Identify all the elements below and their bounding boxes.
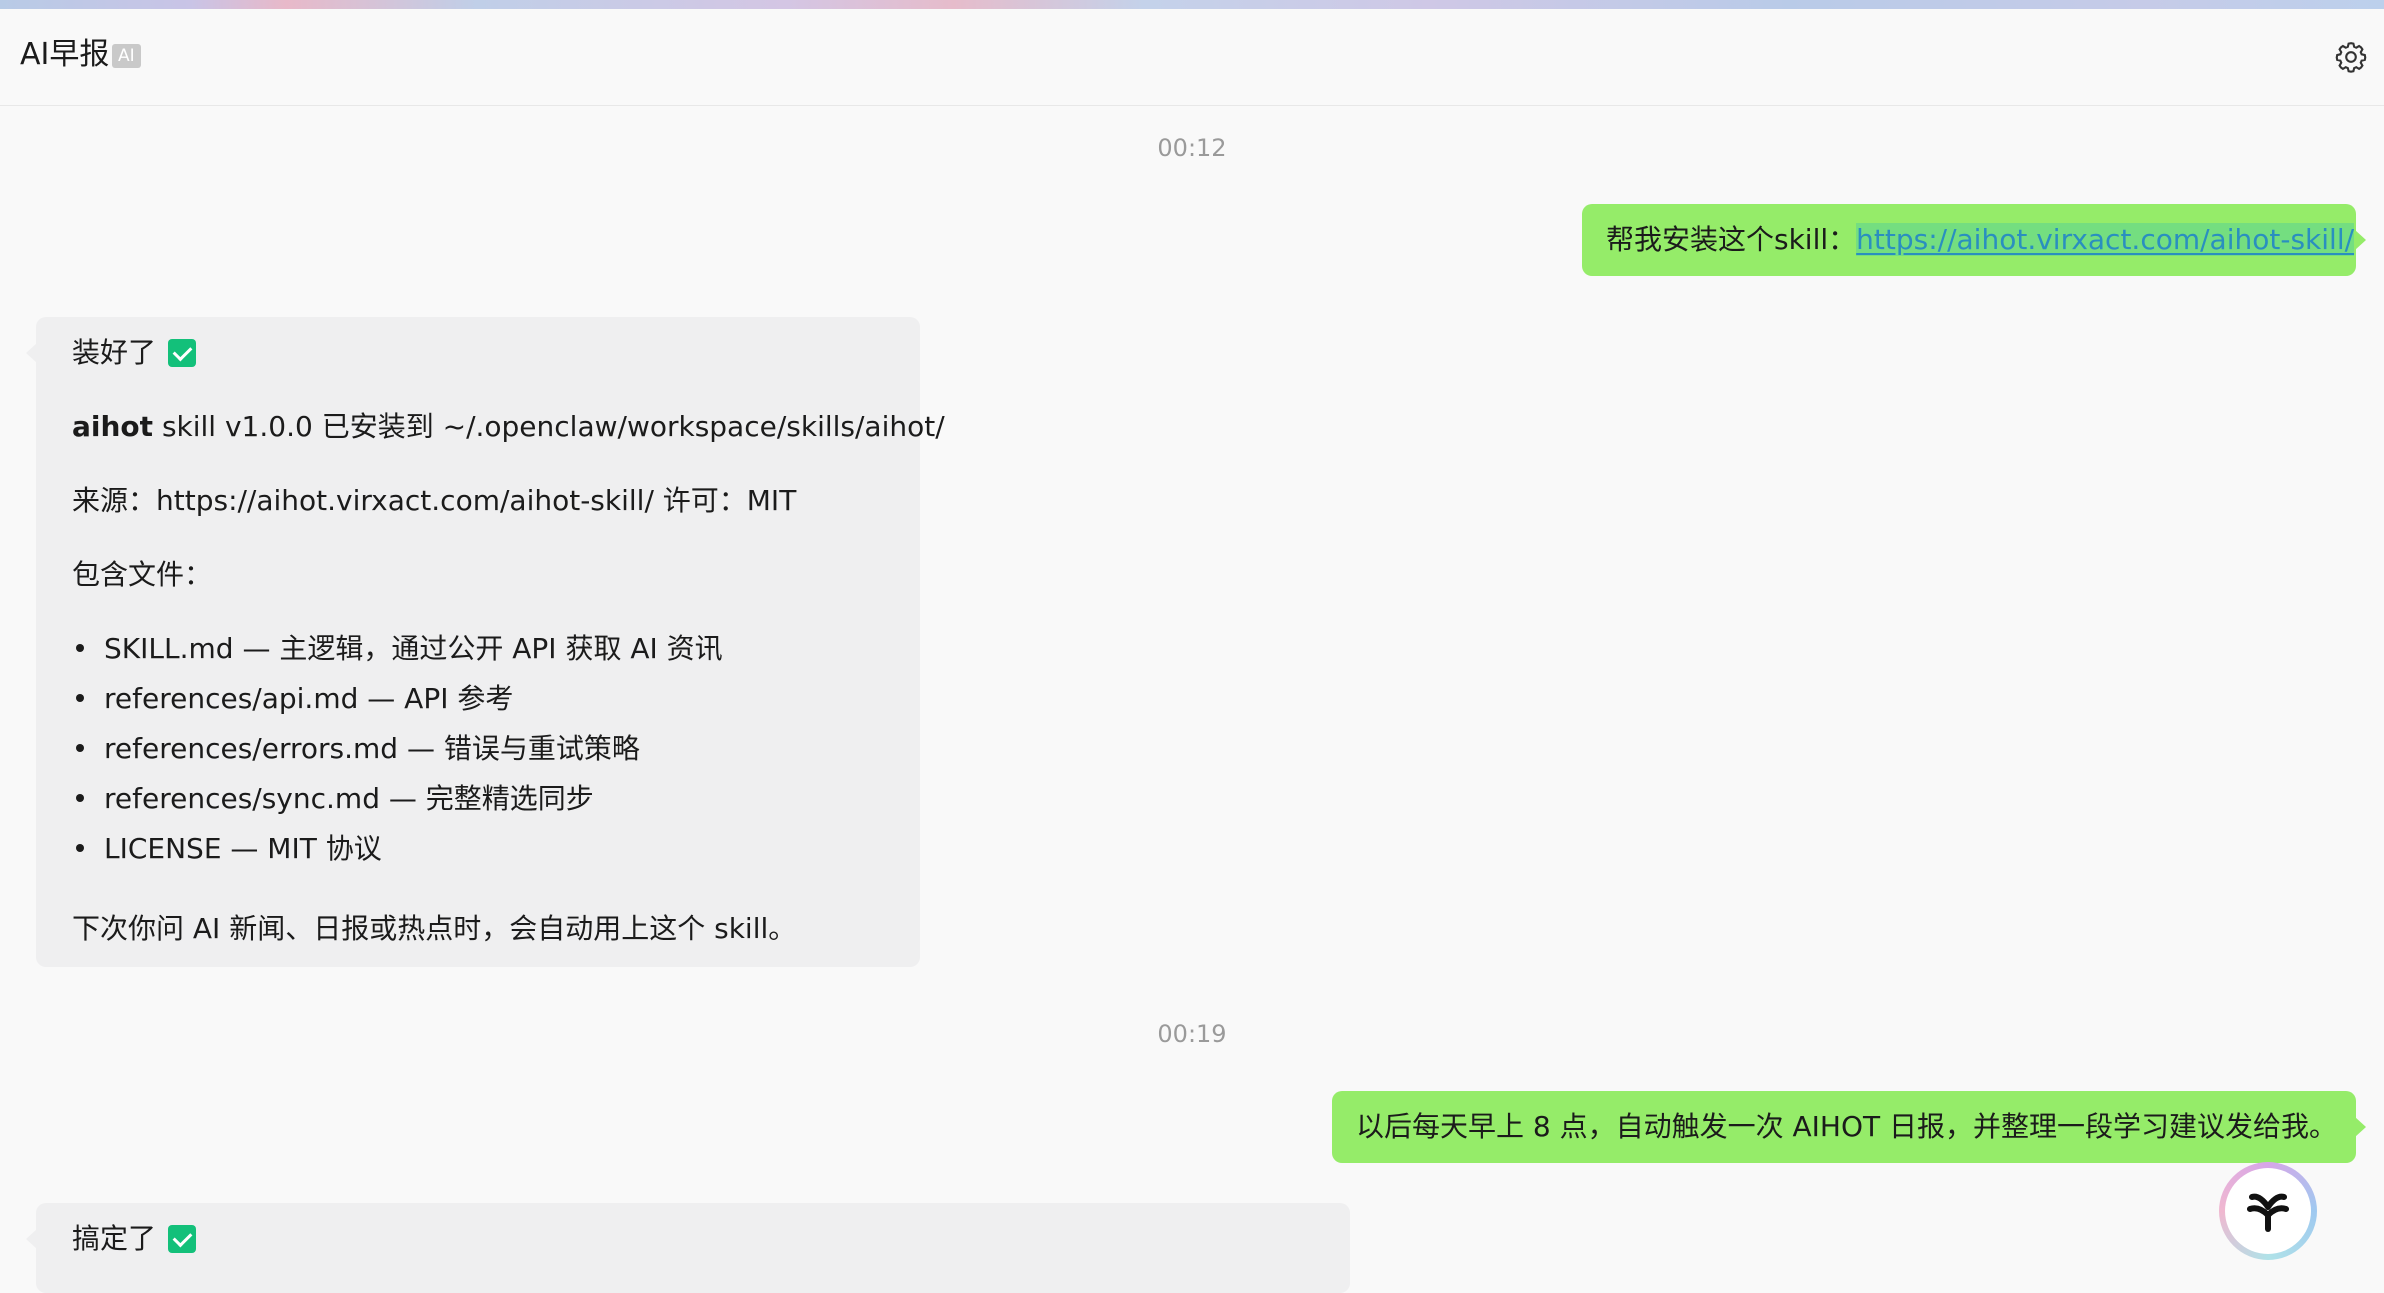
message-timestamp: 00:12 xyxy=(1157,134,1227,162)
message-heading: 搞定了 xyxy=(72,1221,197,1257)
bullet-icon xyxy=(76,694,84,702)
bullet-icon xyxy=(76,644,84,652)
skill-link[interactable]: https://aihot.virxact.com/aihot-skill/ xyxy=(1856,223,2355,256)
message-text: 帮我安装这个skill： xyxy=(1606,223,1857,256)
list-item: references/api.md — API 参考 xyxy=(72,681,513,717)
check-icon xyxy=(168,1225,197,1253)
assistant-logo-icon xyxy=(2247,1193,2289,1232)
outgoing-message-schedule[interactable]: 以后每天早上 8 点，自动触发一次 AIHOT 日报，并整理一段学习建议发给我。 xyxy=(1332,1091,2366,1163)
list-item: SKILL.md — 主逻辑，通过公开 API 获取 AI 资讯 xyxy=(72,631,723,667)
chat-title: AI早报 xyxy=(20,37,110,72)
outgoing-message-install[interactable]: 帮我安装这个skill：https://aihot.virxact.com/ai… xyxy=(1582,204,2366,276)
files-heading: 包含文件： xyxy=(72,558,213,591)
list-item-text: LICENSE — MIT 协议 xyxy=(104,832,382,865)
gear-icon[interactable] xyxy=(2333,39,2369,75)
list-item: references/errors.md — 错误与重试策略 xyxy=(72,731,640,767)
message-timestamp: 00:19 xyxy=(1157,1020,1227,1048)
install-path-line: aihot skill v1.0.0 已安装到 ~/.openclaw/work… xyxy=(72,409,945,445)
incoming-message-installed: 装好了 aihot skill v1.0.0 已安装到 ~/.openclaw/… xyxy=(26,317,945,967)
bullet-icon xyxy=(76,744,84,752)
source-license-line: 来源：https://aihot.virxact.com/aihot-skill… xyxy=(72,484,797,517)
list-item-text: references/errors.md — 错误与重试策略 xyxy=(104,732,640,765)
incoming-message-done: 搞定了 xyxy=(26,1203,1350,1293)
top-accent-bar xyxy=(0,0,2384,9)
heading-text: 搞定了 xyxy=(72,1222,157,1255)
message-footer: 下次你问 AI 新闻、日报或热点时，会自动用上这个 skill。 xyxy=(72,912,797,945)
list-item-text: references/api.md — API 参考 xyxy=(104,682,514,715)
list-item-text: references/sync.md — 完整精选同步 xyxy=(104,782,594,815)
skill-name: aihot xyxy=(72,410,154,443)
install-path-text: skill v1.0.0 已安装到 ~/.openclaw/workspace/… xyxy=(153,410,945,443)
assistant-button-inner xyxy=(2225,1168,2311,1254)
chat-header: AI早报 AI xyxy=(0,9,2384,106)
bullet-icon xyxy=(76,844,84,852)
message-heading: 装好了 xyxy=(72,335,197,371)
check-icon xyxy=(168,339,197,367)
list-item-text: SKILL.md — 主逻辑，通过公开 API 获取 AI 资讯 xyxy=(104,632,723,665)
bullet-icon xyxy=(76,794,84,802)
heading-text: 装好了 xyxy=(72,336,157,369)
list-item: references/sync.md — 完整精选同步 xyxy=(72,781,594,817)
ai-badge: AI xyxy=(112,44,141,68)
list-item: LICENSE — MIT 协议 xyxy=(72,831,382,867)
assistant-floating-button[interactable] xyxy=(2219,1162,2317,1260)
message-text: 以后每天早上 8 点，自动触发一次 AIHOT 日报，并整理一段学习建议发给我。 xyxy=(1356,1110,2338,1143)
